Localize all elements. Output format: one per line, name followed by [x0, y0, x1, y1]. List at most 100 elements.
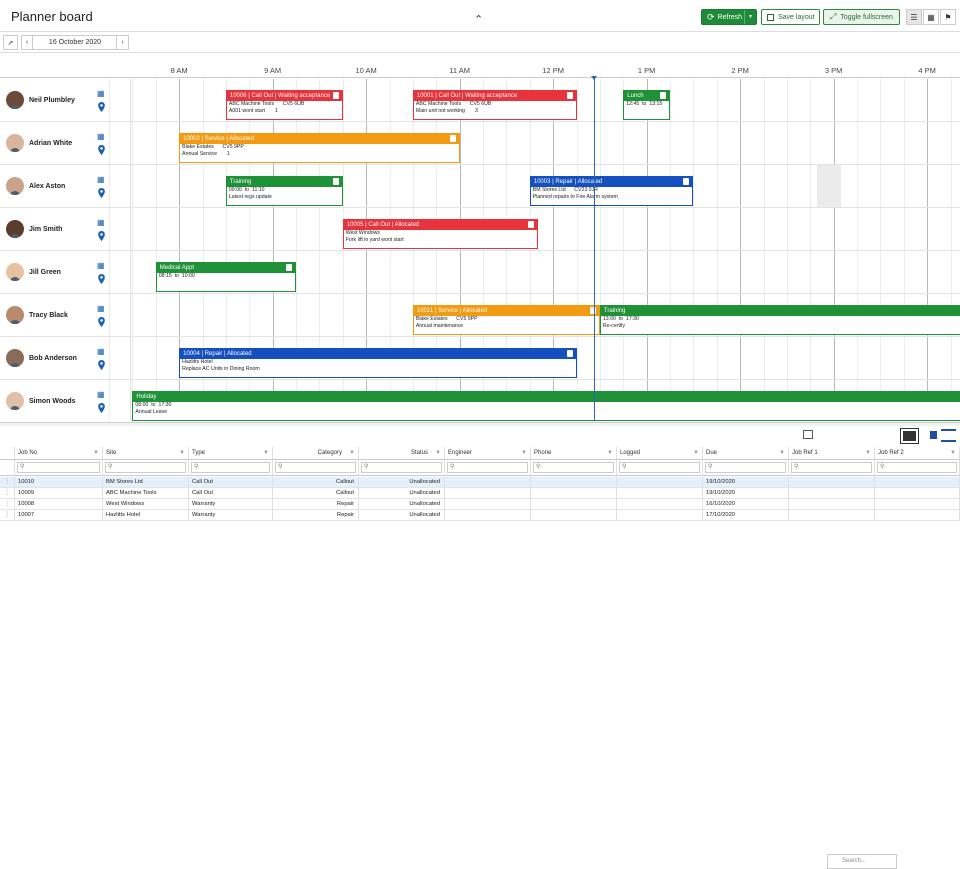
column-header-label: Job Ref 2 — [878, 450, 904, 456]
column-chooser-icon[interactable] — [930, 431, 937, 439]
drag-handle-icon[interactable]: ⋮ — [0, 499, 15, 509]
location-pin-icon[interactable] — [97, 317, 106, 327]
location-pin-icon[interactable] — [97, 231, 106, 241]
job-card[interactable]: 10002 | Service | Allocated Blake Estates… — [179, 133, 460, 163]
prev-day-button[interactable]: ‹ — [21, 35, 33, 50]
table-cell-job: 10009 — [15, 488, 103, 498]
calendar-icon[interactable]: ▦ — [97, 89, 106, 98]
delete-icon[interactable] — [566, 350, 573, 357]
column-header[interactable]: Due ▼ — [703, 447, 789, 459]
delete-icon[interactable] — [527, 221, 534, 228]
drag-handle-icon[interactable]: ⋮ — [0, 488, 15, 498]
drag-handle-icon[interactable]: ⋮ — [0, 510, 15, 520]
drag-handle-icon[interactable]: ⋮ — [0, 477, 15, 487]
column-header[interactable]: Job Ref 1 ▼ — [789, 447, 875, 459]
table-row[interactable]: ⋮ 10009 ABC Machine Tools Call Out Callout Un… — [0, 488, 960, 499]
filter-icon[interactable]: ▼ — [607, 447, 613, 459]
job-card[interactable]: 10011 | Service | Allocated Blake Estates… — [412, 305, 600, 335]
table-row[interactable]: ⋮ 10008 West Windows Warranty Repair Unalloca… — [0, 499, 960, 510]
location-pin-icon[interactable] — [97, 403, 106, 413]
filter-icon[interactable]: ▼ — [950, 447, 956, 459]
job-card[interactable]: 10006 | Call Out | Waiting acceptance ABC… — [225, 90, 343, 120]
location-pin-icon[interactable] — [97, 360, 106, 370]
column-header[interactable]: Type ▼ — [189, 447, 273, 459]
column-filter-input[interactable]: ⚲ — [105, 462, 186, 473]
table-row[interactable]: ⋮ 10007 Hazlitts Hotel Warranty Repair Unallo… — [0, 510, 960, 521]
date-display[interactable]: 16 October 2020 — [33, 35, 117, 50]
refresh-dropdown-icon[interactable]: ▼ — [744, 10, 756, 24]
filter-icon[interactable]: ▼ — [693, 447, 699, 459]
filter-icon[interactable]: ▼ — [263, 447, 269, 459]
filter-icon[interactable]: ▼ — [179, 447, 185, 459]
column-header[interactable]: Category ▼ — [273, 447, 359, 459]
column-filter-input[interactable]: ⚲ — [619, 462, 700, 473]
pin-tool-icon[interactable]: ➚ — [3, 35, 18, 50]
map-view-icon[interactable]: ⚑ — [940, 9, 956, 25]
row-density-icon[interactable] — [941, 429, 956, 442]
column-header[interactable]: Job No ▼ — [15, 447, 103, 459]
job-card[interactable]: Medical Appt 08:15 to 10:00 — [155, 262, 296, 292]
column-filter-input[interactable]: ⚲ — [191, 462, 270, 473]
column-filter-input[interactable]: ⚲ — [705, 462, 786, 473]
collapse-chevron-icon[interactable]: ⌃ — [474, 15, 483, 26]
save-layout-button[interactable]: Save layout — [761, 9, 820, 25]
column-header[interactable]: Job Ref 2 ▼ — [875, 447, 960, 459]
filter-icon[interactable]: ▼ — [779, 447, 785, 459]
table-row[interactable]: ⋮ 10010 BM Stores Ltd Call Out Callout Unallo… — [0, 477, 960, 488]
location-pin-icon[interactable] — [97, 102, 106, 112]
location-pin-icon[interactable] — [97, 188, 106, 198]
job-card[interactable]: Training 09:00 to 11:10 Latest regs update — [225, 176, 343, 206]
calendar-icon[interactable]: ▦ — [97, 390, 106, 399]
job-card[interactable]: 10003 | Repair | Allocated BM Stores Ltd … — [529, 176, 694, 206]
calendar-icon[interactable]: ▦ — [97, 304, 106, 313]
list-view-icon[interactable]: ☰ — [906, 9, 922, 25]
toggle-fullscreen-button[interactable]: ⤢ Toggle fullscreen — [823, 9, 900, 25]
calendar-icon[interactable]: ▦ — [97, 261, 106, 270]
column-filter-input[interactable]: ⚲ — [877, 462, 957, 473]
location-pin-icon[interactable] — [97, 145, 106, 155]
column-filter-input[interactable]: ⚲ — [17, 462, 100, 473]
next-day-button[interactable]: › — [116, 35, 129, 50]
job-card[interactable]: Holiday 08:00 to 17:30 Annual Leave — [132, 391, 960, 421]
delete-icon[interactable] — [683, 178, 690, 185]
column-header[interactable]: Site ▼ — [103, 447, 189, 459]
job-card[interactable]: Lunch 12:45 to 13:15 — [623, 90, 670, 120]
delete-icon[interactable] — [332, 178, 339, 185]
filter-icon[interactable]: ▼ — [521, 447, 527, 459]
filter-icon[interactable]: ▼ — [435, 447, 441, 459]
column-header[interactable]: Status ▼ — [359, 447, 445, 459]
calendar-icon[interactable]: ▦ — [97, 218, 106, 227]
column-header[interactable]: Phone ▼ — [531, 447, 617, 459]
delete-icon[interactable] — [332, 92, 339, 99]
selected-slot[interactable] — [817, 165, 841, 207]
column-filter-input[interactable]: ⚲ — [275, 462, 356, 473]
filter-icon[interactable]: ▼ — [865, 447, 871, 459]
location-pin-icon[interactable] — [97, 274, 106, 284]
planner-grid[interactable]: Neil Plumbley ▦ 10006 | Call Out | Waiting… — [0, 79, 960, 423]
refresh-button[interactable]: ⟳ Refresh ▼ — [701, 9, 757, 25]
job-card[interactable]: 10001 | Call Out | Waiting acceptance ABC… — [412, 90, 577, 120]
delete-icon[interactable] — [660, 92, 666, 99]
calendar-view-icon[interactable]: ▦ — [923, 9, 939, 25]
column-filter-input[interactable]: ⚲ — [533, 462, 614, 473]
job-card-detail: 08:00 to 17:30 — [135, 402, 172, 408]
calendar-icon[interactable]: ▦ — [97, 175, 106, 184]
calendar-icon[interactable]: ▦ — [97, 132, 106, 141]
column-header[interactable]: Logged ▼ — [617, 447, 703, 459]
job-card[interactable]: Training 13:00 to 17:30 Re-certify — [599, 305, 960, 335]
column-header[interactable]: Engineer ▼ — [445, 447, 531, 459]
delete-icon[interactable] — [566, 92, 573, 99]
tile-view-icon[interactable] — [900, 428, 919, 444]
job-card[interactable]: 10004 | Repair | Allocated Hazlitts Hotel… — [179, 348, 577, 378]
calendar-icon[interactable]: ▦ — [97, 347, 106, 356]
grid-search-input[interactable]: Search... — [827, 854, 897, 869]
filter-icon[interactable]: ▼ — [349, 447, 355, 459]
column-filter-input[interactable]: ⚲ — [361, 462, 442, 473]
export-icon[interactable] — [803, 430, 813, 439]
delete-icon[interactable] — [286, 264, 292, 271]
filter-icon[interactable]: ▼ — [93, 447, 99, 459]
job-card[interactable]: 10005 | Call Out | Allocated West Windows… — [342, 219, 538, 249]
column-filter-input[interactable]: ⚲ — [447, 462, 528, 473]
delete-icon[interactable] — [449, 135, 456, 142]
column-filter-input[interactable]: ⚲ — [791, 462, 872, 473]
